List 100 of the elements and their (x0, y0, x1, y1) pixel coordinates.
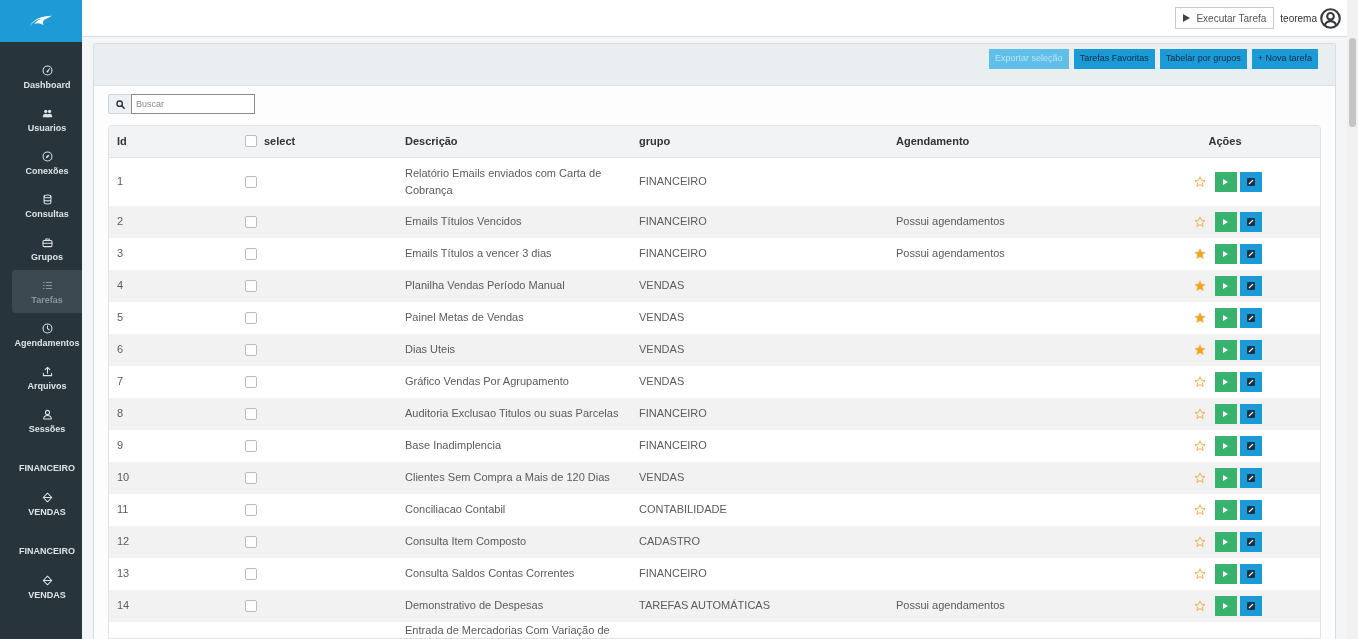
checkbox[interactable] (245, 503, 257, 516)
star-icon[interactable] (1193, 439, 1206, 452)
edit-button[interactable] (1239, 467, 1262, 488)
checkbox[interactable] (245, 247, 257, 260)
edit-button[interactable] (1239, 211, 1262, 232)
edit-button[interactable] (1239, 435, 1262, 456)
checkbox[interactable] (245, 311, 257, 324)
star-icon[interactable] (1193, 215, 1206, 228)
checkbox[interactable] (245, 279, 257, 292)
sidebar-item[interactable]: Grupos (12, 227, 82, 270)
column-header[interactable]: Agendamento (888, 126, 1130, 157)
table-cell: VENDAS (631, 269, 888, 302)
table-cell: Dias Uteis (397, 333, 631, 366)
checkbox[interactable] (245, 407, 257, 420)
edit-button[interactable] (1239, 403, 1262, 424)
table-cell: 12 (109, 525, 237, 558)
play-icon (1223, 410, 1228, 417)
column-header[interactable]: Descrição (397, 126, 631, 157)
toolbar-button[interactable]: Tabelar por grupos (1159, 49, 1247, 69)
sidebar-item[interactable]: Agendamentos (12, 313, 82, 356)
edit-button[interactable] (1239, 339, 1262, 360)
checkbox[interactable] (245, 175, 257, 188)
edit-button[interactable] (1239, 595, 1262, 616)
search-icon (115, 99, 125, 109)
star-icon[interactable] (1193, 375, 1206, 388)
checkbox[interactable] (245, 535, 257, 548)
star-icon[interactable] (1193, 471, 1206, 484)
table-cell: VENDAS (631, 301, 888, 334)
sidebar-item[interactable]: Conexões (12, 141, 82, 184)
sidebar-item[interactable]: Consultas (12, 184, 82, 227)
table-cell: 5 (109, 301, 237, 334)
edit-button[interactable] (1239, 531, 1262, 552)
toolbar-button[interactable]: Tarefas Favoritas (1073, 49, 1155, 69)
star-icon[interactable] (1193, 503, 1206, 516)
star-icon[interactable] (1193, 407, 1206, 420)
table-cell: Possui agendamentos (888, 205, 1130, 238)
table-cell: Painel Metas de Vendas (397, 301, 631, 334)
play-icon (1223, 178, 1228, 185)
play-icon (1223, 602, 1228, 609)
edit-button[interactable] (1239, 371, 1262, 392)
edit-button[interactable] (1239, 499, 1262, 520)
checkbox[interactable] (245, 567, 257, 580)
table-cell: Emails Títulos a vencer 3 dias (397, 237, 631, 270)
column-header[interactable]: Ações (1130, 126, 1320, 157)
search-field[interactable]: Buscar (131, 94, 255, 114)
checkbox[interactable] (245, 439, 257, 452)
sidebar-item[interactable]: VENDAS (12, 565, 82, 608)
play-icon (1223, 346, 1228, 353)
edit-button[interactable] (1239, 275, 1262, 296)
diamond-icon (41, 575, 53, 586)
edit-icon (1246, 601, 1255, 610)
clock-icon (41, 323, 53, 334)
edit-button[interactable] (1239, 307, 1262, 328)
sidebar-item[interactable]: Arquivos (12, 356, 82, 399)
star-icon[interactable] (1193, 311, 1206, 324)
table-cell: Conciliacao Contabil (397, 493, 631, 526)
play-icon (1223, 218, 1228, 225)
play-icon (1223, 282, 1228, 289)
play-icon (1223, 250, 1228, 257)
star-icon[interactable] (1193, 247, 1206, 260)
table-cell: VENDAS (631, 461, 888, 494)
sidebar-item[interactable]: Dashboard (12, 55, 82, 98)
checkbox[interactable] (245, 599, 257, 612)
checkbox[interactable] (245, 375, 257, 388)
edit-button[interactable] (1239, 563, 1262, 584)
table-cell: Clientes Sem Compra a Mais de 120 Dias (397, 461, 631, 494)
edit-icon (1246, 249, 1255, 258)
table-cell: CADASTRO (631, 525, 888, 558)
sidebar-item[interactable]: Sessões (12, 399, 82, 442)
star-icon[interactable] (1193, 175, 1206, 188)
run-task-button[interactable]: Executar Tarefa (1175, 7, 1275, 29)
column-header[interactable]: select (264, 133, 296, 150)
checkbox[interactable] (245, 471, 257, 484)
star-icon[interactable] (1193, 535, 1206, 548)
sidebar-heading: FINANCEIRO (18, 462, 76, 475)
star-icon[interactable] (1193, 279, 1206, 292)
sidebar-item[interactable]: Usuarios (12, 98, 82, 141)
star-icon[interactable] (1193, 599, 1206, 612)
toolbar-button[interactable]: + Nova tarefa (1251, 49, 1318, 69)
table-cell: TAREFAS AUTOMÁTICAS (631, 589, 888, 622)
column-header[interactable]: Id (109, 126, 237, 157)
table-cell: 1 (109, 157, 237, 206)
star-icon[interactable] (1193, 343, 1206, 356)
edit-icon (1246, 345, 1255, 354)
star-icon[interactable] (1193, 567, 1206, 580)
edit-icon (1246, 473, 1255, 482)
sidebar-item[interactable]: VENDAS (12, 482, 82, 525)
avatar-icon[interactable] (1320, 7, 1341, 29)
checkbox[interactable] (245, 343, 257, 356)
checkbox[interactable] (245, 135, 257, 148)
table-cell: Entrada de Mercadorias Com Variação de (397, 621, 631, 638)
compass-icon (41, 151, 53, 162)
table-cell: 9 (109, 429, 237, 462)
table-cell: FINANCEIRO (631, 557, 888, 590)
table-cell: 6 (109, 333, 237, 366)
column-header[interactable]: grupo (631, 126, 888, 157)
scrollbar-thumb[interactable] (1349, 38, 1356, 127)
edit-button[interactable] (1239, 171, 1262, 192)
edit-button[interactable] (1239, 243, 1262, 264)
checkbox[interactable] (245, 215, 257, 228)
